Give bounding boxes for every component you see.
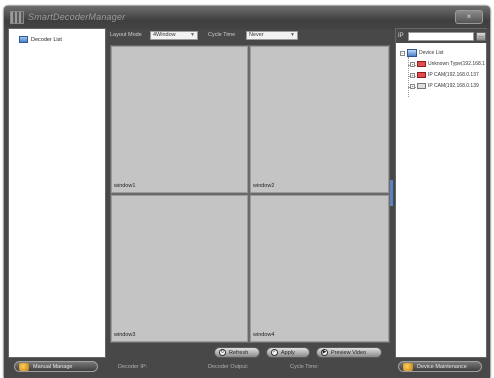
refresh-button[interactable]: ↻ Refresh (214, 347, 260, 358)
tree-item-label: Decoder List (31, 36, 62, 43)
apply-label: Apply (281, 349, 295, 356)
video-window-3[interactable]: window3 (111, 195, 248, 342)
search-button[interactable]: ... (476, 31, 486, 41)
window-label: window1 (114, 183, 136, 189)
device-label: Unknown Type(192.168.1 (428, 61, 485, 67)
cycle-time-select[interactable]: Never ▼ (246, 30, 298, 40)
search-input[interactable] (408, 31, 474, 41)
refresh-icon: ↻ (219, 349, 226, 356)
chevron-down-icon: ▼ (290, 32, 295, 38)
apply-button[interactable]: ✓ Apply (266, 347, 310, 358)
manual-manage-button[interactable]: Manual Manage (14, 361, 98, 372)
expand-icon[interactable]: + (410, 72, 415, 78)
chevron-down-icon: ▼ (190, 32, 195, 38)
search-bar: IP ... (396, 29, 488, 43)
panel-splitter-handle[interactable] (390, 180, 393, 206)
camera-offline-icon (417, 72, 426, 78)
app-logo-icon (10, 11, 24, 24)
layout-toolbar: Layout Mode 4Window ▼ Cycle Time Never ▼ (110, 28, 390, 42)
tree-item-decoder-list[interactable]: Decoder List (19, 35, 62, 44)
cycle-time-label: Cycle Time (208, 32, 236, 38)
window-label: window2 (253, 183, 275, 189)
window-label: window4 (253, 332, 275, 338)
tree-connector (408, 57, 409, 97)
decoder-list-panel: Decoder List (8, 28, 106, 358)
decoder-list-icon (19, 36, 28, 43)
layout-mode-select[interactable]: 4Window ▼ (150, 30, 198, 40)
device-label: IP CAM(192.168.0.139 (428, 83, 479, 89)
close-button[interactable]: × (455, 10, 483, 24)
tree-node-ip-cam-137[interactable]: + IP CAM(192.168.0.137 (410, 72, 479, 78)
video-window-1[interactable]: window1 (111, 46, 248, 193)
camera-offline-icon (417, 61, 426, 67)
window-title: SmartDecoderManager (28, 12, 126, 22)
window-label: window3 (114, 332, 136, 338)
cycle-time-status: Cycle Time: (290, 364, 319, 370)
layout-mode-value: 4Window (153, 32, 176, 38)
device-maintenance-label: Device Maintenance (417, 363, 467, 370)
monitor-icon (407, 49, 417, 57)
preview-video-button[interactable]: ▶ Preview Video (316, 347, 382, 358)
refresh-label: Refresh (229, 349, 249, 356)
preview-video-label: Preview Video (331, 349, 367, 356)
camera-icon (417, 83, 426, 89)
device-label: IP CAM(192.168.0.137 (428, 72, 479, 78)
device-maintenance-button[interactable]: Device Maintenance (398, 361, 482, 372)
expand-icon[interactable]: + (410, 61, 415, 67)
play-icon: ▶ (321, 349, 328, 356)
expand-icon[interactable]: + (410, 83, 415, 89)
decoder-output-status: Decoder Output: (208, 364, 249, 370)
decoder-ip-status: Decoder IP: (118, 364, 148, 370)
video-window-4[interactable]: window4 (250, 195, 389, 342)
tree-node-unknown-type[interactable]: + Unknown Type(192.168.1 (410, 61, 485, 67)
tree-node-ip-cam-139[interactable]: + IP CAM(192.168.0.139 (410, 83, 479, 89)
layout-mode-label: Layout Mode (110, 32, 142, 38)
check-icon: ✓ (271, 349, 278, 356)
video-window-grid: window1 window2 window3 window4 (110, 45, 390, 343)
manage-icon (19, 362, 29, 371)
video-window-2[interactable]: window2 (250, 46, 389, 193)
status-bar: Decoder IP: Decoder Output: Cycle Time: (118, 363, 388, 373)
search-label: IP (398, 33, 404, 39)
tree-node-device-list[interactable]: − Device List (400, 49, 443, 57)
cycle-time-value: Never (249, 32, 264, 38)
title-bar[interactable]: SmartDecoderManager × (4, 6, 490, 30)
device-list-panel: IP ... − Device List + Unknown Type(192.… (395, 28, 488, 358)
manual-manage-label: Manual Manage (33, 363, 73, 370)
collapse-icon[interactable]: − (400, 50, 405, 56)
maintenance-icon (403, 362, 413, 371)
device-list-root-label: Device List (419, 50, 444, 56)
